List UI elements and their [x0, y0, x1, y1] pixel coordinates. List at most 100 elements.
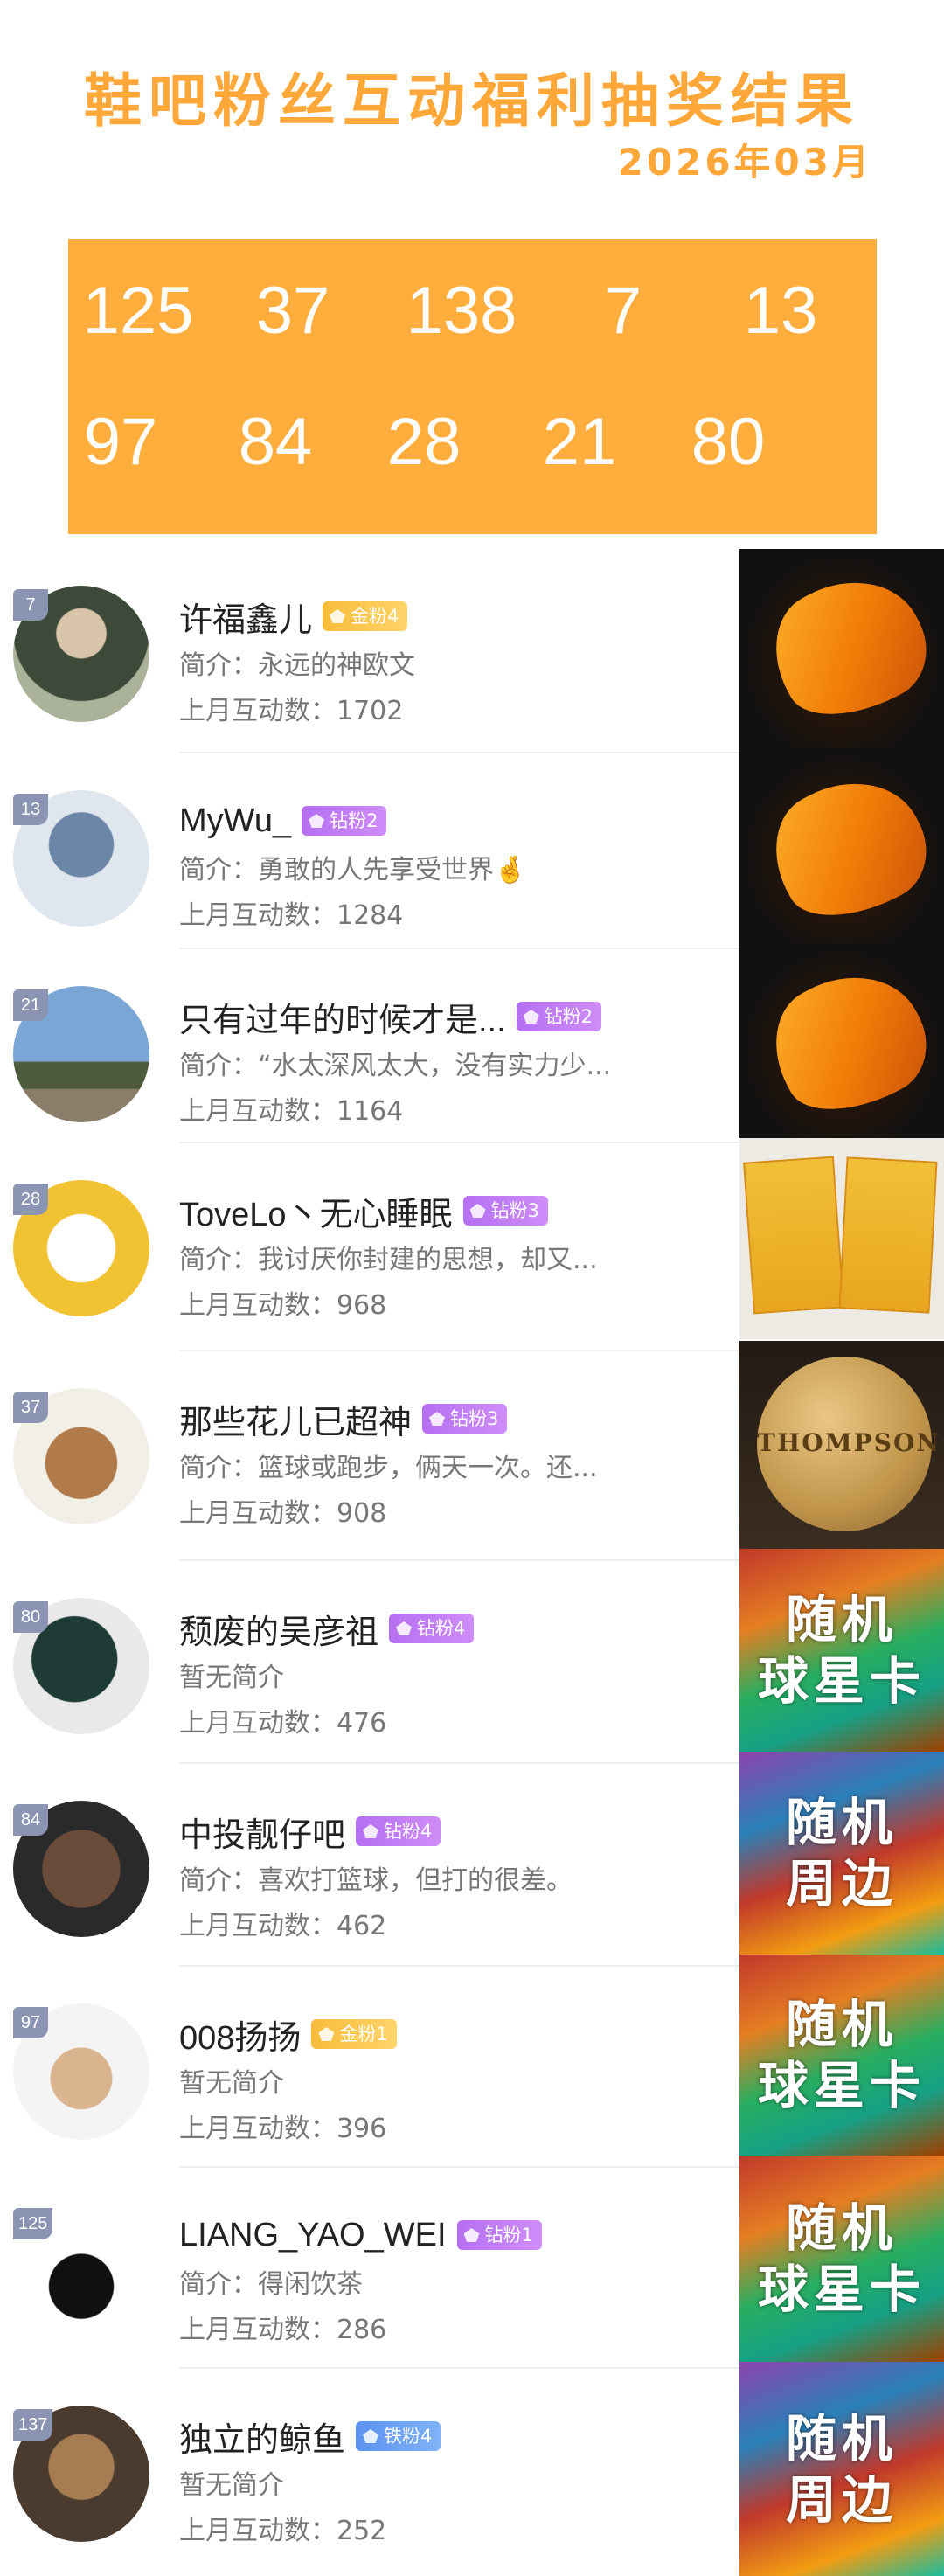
- prize-sneaker-image: [739, 944, 944, 1138]
- user-intro: 简介：永远的神欧文: [179, 650, 415, 681]
- user-intro: 简介：“水太深风太大，没有实力少...: [179, 1051, 612, 1081]
- fan-level-tag: 钻粉3: [462, 1196, 548, 1226]
- prize-label: 球星卡: [757, 2056, 926, 2115]
- username[interactable]: 只有过年的时候才是...: [179, 993, 506, 1041]
- interaction-count: 上月互动数：286: [179, 2315, 387, 2345]
- interaction-count: 上月互动数：396: [179, 2114, 387, 2144]
- prize-random-card: 随机 球星卡: [739, 1955, 944, 2156]
- interaction-count: 上月互动数：476: [179, 1708, 387, 1739]
- username[interactable]: LIANG_YAO_WEI: [179, 2217, 447, 2254]
- name-line: 008扬扬 金粉1: [179, 2010, 397, 2059]
- name-line: 独立的鲸鱼 铁粉4: [179, 2413, 441, 2461]
- lottery-number-badge: 137: [13, 2409, 53, 2441]
- fan-level-label: 金粉4: [351, 606, 399, 627]
- username[interactable]: ToveLo丶无心睡眠: [179, 1187, 453, 1235]
- fan-level-label: 铁粉4: [384, 2426, 433, 2447]
- winner-row[interactable]: 137 独立的鲸鱼 铁粉4 暂无简介 上月互动数：252: [0, 2369, 739, 2546]
- winner-row[interactable]: 37 那些花儿已超神 钻粉3 简介：篮球或跑步，俩天一次。还... 上月互动数：…: [0, 1351, 739, 1561]
- fan-level-icon: [463, 2228, 480, 2242]
- card-pack-icon: [838, 1156, 938, 1314]
- username[interactable]: MyWu_: [179, 802, 291, 840]
- fan-level-label: 钻粉4: [384, 1821, 433, 1842]
- fan-level-tag: 钻粉2: [516, 1002, 602, 1031]
- winning-number: 7: [604, 274, 642, 348]
- lottery-number-badge: 80: [13, 1601, 48, 1633]
- username[interactable]: 颓废的吴彦祖: [179, 1605, 378, 1653]
- prize-card-pack-image: [739, 1138, 944, 1339]
- name-line: 颓废的吴彦祖 钻粉4: [179, 1605, 475, 1653]
- prize-label: 球星卡: [757, 2260, 926, 2319]
- winning-number: 13: [743, 274, 818, 348]
- winning-number: 80: [691, 405, 766, 479]
- name-line: 那些花儿已超神 钻粉3: [179, 1395, 508, 1443]
- fan-level-tag: 钻粉3: [422, 1404, 508, 1434]
- winner-row[interactable]: 7 许福鑫儿 金粉4 简介：永远的神欧文 上月互动数：1702: [0, 549, 739, 753]
- winner-row[interactable]: 125 LIANG_YAO_WEI 钻粉1 简介：得闲饮茶 上月互动数：286: [0, 2168, 739, 2369]
- name-line: 只有过年的时候才是... 钻粉2: [179, 993, 602, 1041]
- user-intro: 简介：我讨厌你封建的思想，却又...: [179, 1245, 598, 1275]
- name-line: ToveLo丶无心睡眠 钻粉3: [179, 1187, 548, 1235]
- interaction-count: 上月互动数：462: [179, 1911, 387, 1941]
- fan-level-icon: [363, 2429, 379, 2443]
- fan-level-label: 钻粉3: [490, 1200, 539, 1221]
- fan-level-tag: 铁粉4: [356, 2421, 441, 2451]
- lottery-number-badge: 21: [13, 989, 48, 1021]
- prize-label: 随机: [785, 1793, 898, 1852]
- winning-number: 21: [542, 405, 617, 479]
- fan-level-icon: [318, 2027, 335, 2041]
- user-intro: 简介：勇敢的人先享受世界🤞: [179, 855, 527, 885]
- winning-number: 138: [406, 274, 517, 348]
- fan-level-icon: [363, 1824, 379, 1838]
- username[interactable]: 中投靓仔吧: [179, 1808, 345, 1856]
- sneaker-icon: [752, 554, 944, 741]
- prize-random-card: 随机 球星卡: [739, 2156, 944, 2362]
- prize-label: 随机: [785, 1995, 898, 2054]
- lottery-number-badge: 37: [13, 1392, 48, 1423]
- lottery-number-badge: 97: [13, 2007, 48, 2038]
- interaction-count: 上月互动数：908: [179, 1498, 387, 1529]
- lottery-number-badge: 13: [13, 794, 48, 825]
- winning-number: 37: [255, 274, 330, 348]
- winner-row[interactable]: 21 只有过年的时候才是... 钻粉2 简介：“水太深风太大，没有实力少... …: [0, 949, 739, 1143]
- prize-sneaker-image: [739, 750, 944, 944]
- user-intro: 简介：得闲饮茶: [179, 2269, 363, 2300]
- interaction-count: 上月互动数：1164: [179, 1096, 404, 1127]
- user-intro: 暂无简介: [179, 2068, 284, 2099]
- fan-level-label: 金粉1: [339, 2024, 388, 2045]
- prize-label: 随机: [785, 2408, 898, 2468]
- name-line: LIANG_YAO_WEI 钻粉1: [179, 2213, 542, 2257]
- fan-level-icon: [309, 814, 325, 828]
- fan-level-icon: [330, 609, 346, 623]
- user-intro: 简介：喜欢打篮球，但打的很差。: [179, 1865, 573, 1896]
- basketball-text: THOMPSON: [757, 1428, 941, 1457]
- lottery-number-badge: 28: [13, 1184, 48, 1215]
- fan-level-icon: [396, 1621, 413, 1635]
- winning-number: 125: [82, 274, 194, 348]
- interaction-count: 上月互动数：1284: [179, 900, 404, 931]
- username[interactable]: 008扬扬: [179, 2010, 301, 2059]
- username[interactable]: 那些花儿已超神: [179, 1395, 412, 1443]
- user-intro: 暂无简介: [179, 2470, 284, 2501]
- winner-row[interactable]: 97 008扬扬 金粉1 暂无简介 上月互动数：396: [0, 1967, 739, 2168]
- winner-row[interactable]: 80 颓废的吴彦祖 钻粉4 暂无简介 上月互动数：476: [0, 1561, 739, 1764]
- name-line: 中投靓仔吧 钻粉4: [179, 1808, 441, 1856]
- date-label: 2026年03月: [617, 141, 872, 184]
- fan-level-label: 钻粉2: [544, 1006, 593, 1027]
- prize-label: 随机: [785, 1590, 898, 1649]
- winning-number: 97: [83, 405, 158, 479]
- username[interactable]: 独立的鲸鱼: [179, 2413, 345, 2461]
- card-pack-icon: [743, 1156, 844, 1315]
- prize-label: 周边: [785, 1854, 898, 1913]
- fan-level-tag: 钻粉1: [456, 2220, 542, 2250]
- fan-level-tag: 钻粉4: [356, 1816, 441, 1846]
- interaction-count: 上月互动数：252: [179, 2516, 387, 2546]
- name-line: MyWu_ 钻粉2: [179, 799, 387, 843]
- fan-level-tag: 金粉4: [323, 601, 408, 631]
- winner-row[interactable]: 13 MyWu_ 钻粉2 简介：勇敢的人先享受世界🤞 上月互动数：1284: [0, 753, 739, 949]
- prize-random-merch: 随机 周边: [739, 2362, 944, 2576]
- fan-level-tag: 金粉1: [311, 2019, 397, 2049]
- winner-row[interactable]: 84 中投靓仔吧 钻粉4 简介：喜欢打篮球，但打的很差。 上月互动数：462: [0, 1764, 739, 1967]
- winner-row[interactable]: 28 ToveLo丶无心睡眠 钻粉3 简介：我讨厌你封建的思想，却又... 上月…: [0, 1143, 739, 1351]
- username[interactable]: 许福鑫儿: [179, 593, 312, 641]
- lottery-number-badge: 7: [13, 589, 48, 621]
